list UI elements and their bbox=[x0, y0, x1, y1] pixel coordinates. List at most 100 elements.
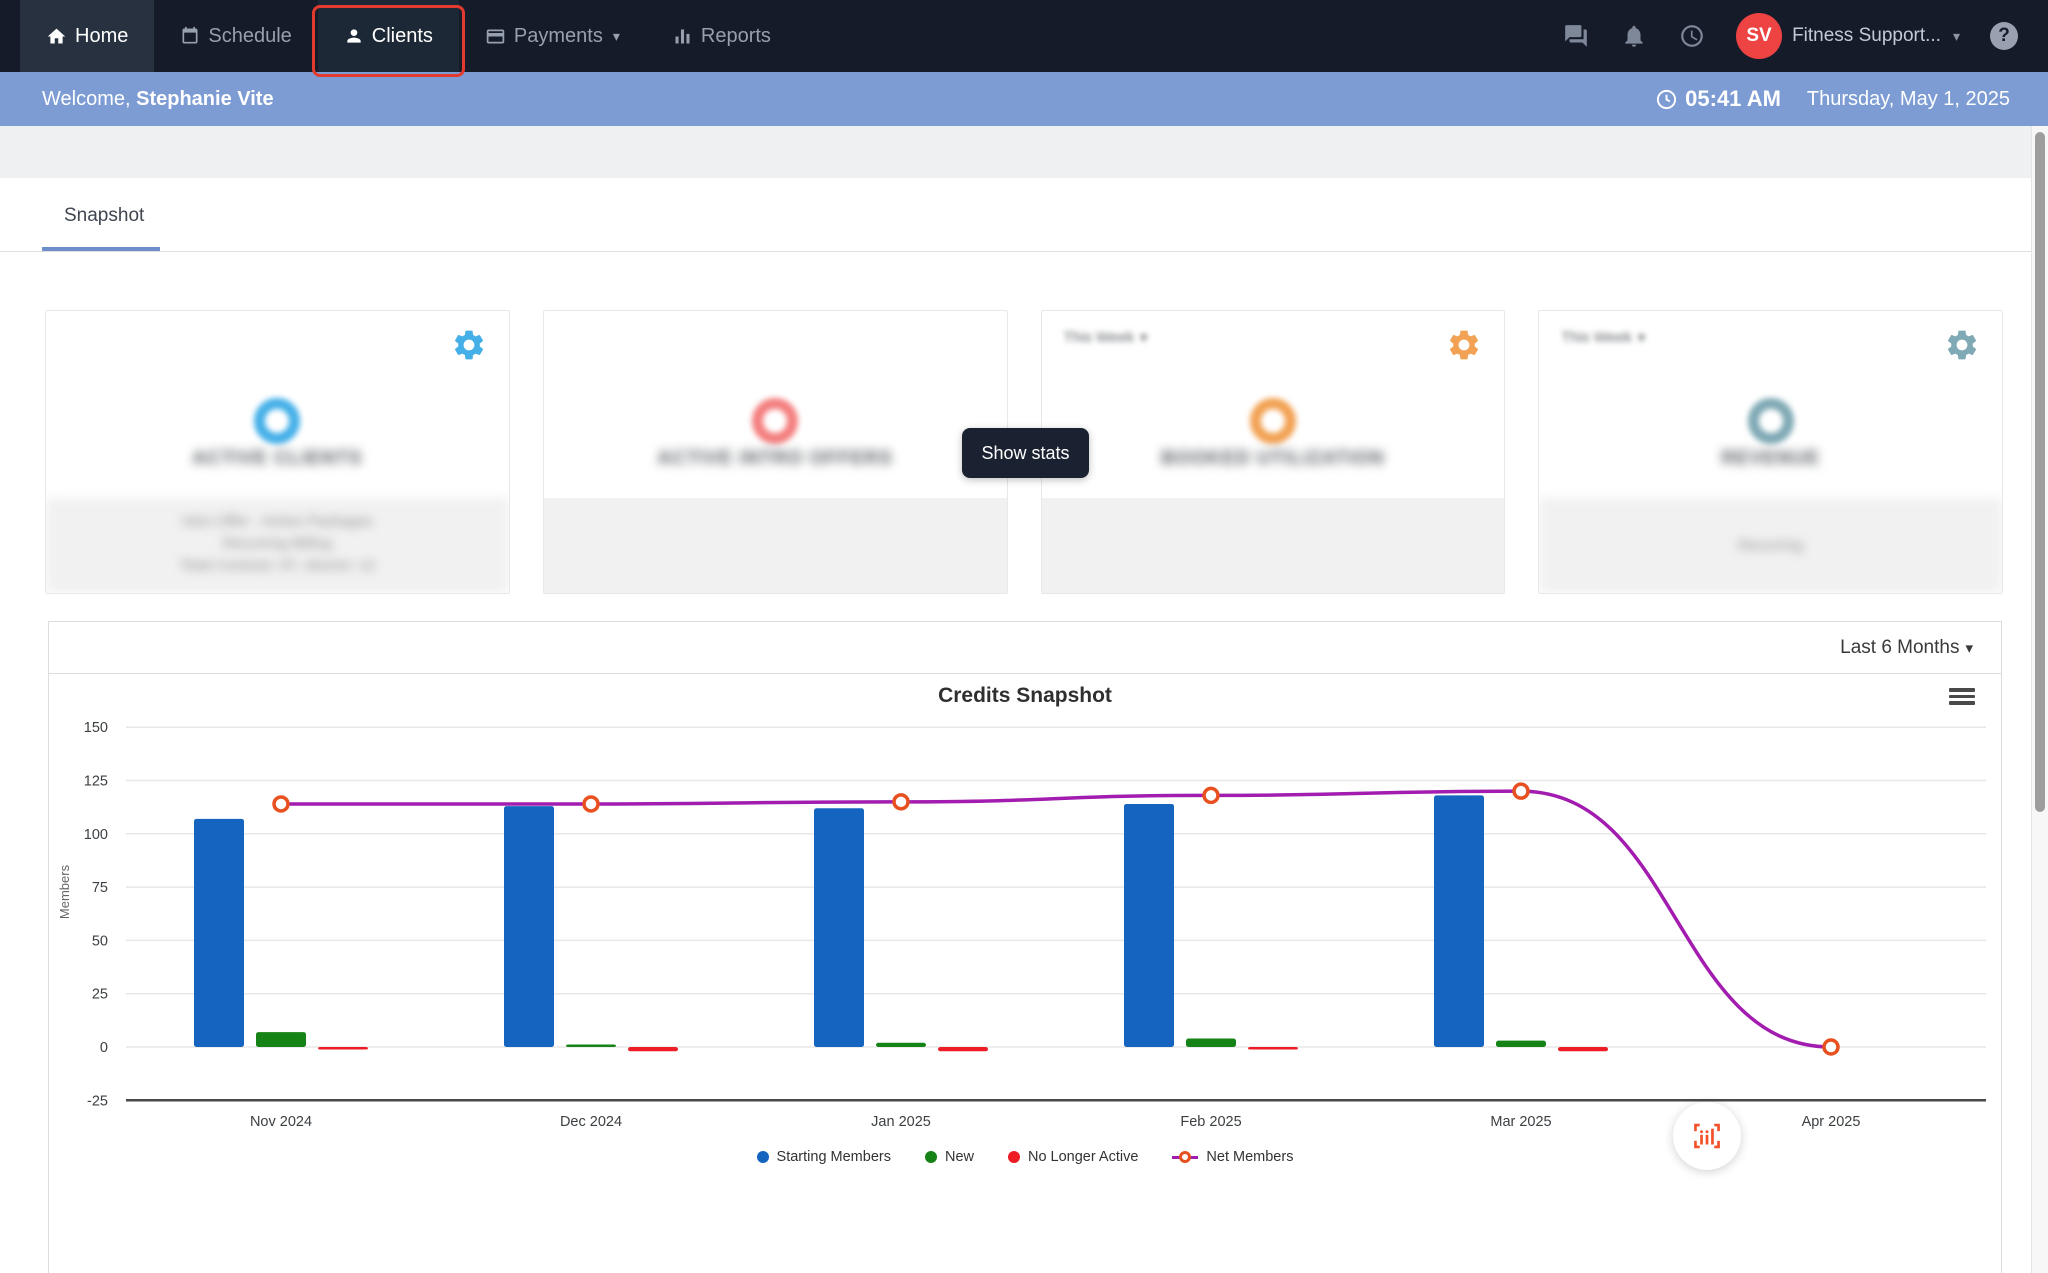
welcome-message: Welcome, Stephanie Vite bbox=[42, 88, 274, 111]
svg-text:150: 150 bbox=[84, 720, 108, 736]
nav-item-schedule[interactable]: Schedule bbox=[154, 0, 317, 72]
legend-item-starting-members[interactable]: Starting Members bbox=[756, 1149, 891, 1165]
card-title: ACTIVE INTRO OFFERS bbox=[657, 448, 893, 469]
chart-header: Last 6 Months ▾ bbox=[49, 622, 2001, 674]
card-title: REVENUE bbox=[1721, 448, 1821, 469]
nav-item-clients[interactable]: Clients bbox=[311, 0, 465, 77]
card-footer: Recurring bbox=[1539, 498, 2002, 593]
top-navbar: Home Schedule Clients Payments ▾ Reports bbox=[0, 0, 2048, 77]
help-button[interactable]: ? bbox=[1990, 22, 2018, 50]
avatar: SV bbox=[1736, 13, 1783, 59]
messages-button[interactable] bbox=[1562, 22, 1590, 50]
app-window: Home Schedule Clients Payments ▾ Reports bbox=[0, 0, 2048, 1273]
tab-snapshot[interactable]: Snapshot bbox=[64, 205, 144, 227]
scrollbar-track bbox=[2031, 126, 2048, 1273]
footer-line: Intro Offer - Active Packages bbox=[182, 513, 373, 530]
nav-menu: Home Schedule Clients Payments ▾ Reports bbox=[0, 0, 797, 77]
period-label: This Week bbox=[1063, 329, 1135, 346]
welcome-user-name: Stephanie Vite bbox=[136, 87, 274, 110]
tab-active-indicator bbox=[42, 247, 160, 251]
nav-item-home[interactable]: Home bbox=[20, 0, 155, 72]
donut-indicator bbox=[1249, 398, 1296, 444]
svg-text:Apr 2025: Apr 2025 bbox=[1802, 1114, 1861, 1130]
card-title: BOOKED UTILIZATION bbox=[1161, 448, 1385, 469]
donut-indicator bbox=[752, 398, 799, 444]
card-footer: Intro Offer - Active Packages Recurring … bbox=[46, 498, 509, 593]
svg-text:0: 0 bbox=[100, 1040, 108, 1056]
legend-label: New bbox=[944, 1149, 974, 1165]
welcome-datetime: 05:41 AM Thursday, May 1, 2025 bbox=[1655, 86, 2010, 112]
svg-text:Dec 2024: Dec 2024 bbox=[560, 1114, 622, 1130]
credit-card-icon bbox=[486, 29, 505, 43]
svg-text:Mar 2025: Mar 2025 bbox=[1490, 1114, 1551, 1130]
bar-chart-icon bbox=[675, 29, 690, 43]
card-revenue: This Week ▾ REVENUE Recurring bbox=[1538, 310, 2003, 594]
nav-item-reports[interactable]: Reports bbox=[646, 0, 797, 72]
account-menu[interactable]: SV Fitness Support... ▾ bbox=[1736, 13, 1960, 59]
nav-item-label: Home bbox=[75, 24, 129, 47]
welcome-bar: Welcome, Stephanie Vite 05:41 AM Thursda… bbox=[0, 72, 2048, 126]
welcome-prefix: Welcome, bbox=[42, 87, 137, 110]
nav-item-label: Reports bbox=[700, 24, 771, 47]
clock-icon bbox=[1657, 89, 1677, 109]
legend-label: Starting Members bbox=[776, 1149, 891, 1165]
svg-text:Nov 2024: Nov 2024 bbox=[250, 1114, 312, 1130]
current-time: 05:41 AM bbox=[1655, 86, 1781, 112]
svg-text:Feb 2025: Feb 2025 bbox=[1180, 1114, 1241, 1130]
footer-line: Total Contract: 97, Alumni: 12 bbox=[179, 557, 376, 574]
history-button[interactable] bbox=[1678, 22, 1706, 50]
legend-dot bbox=[756, 1151, 769, 1163]
svg-text:125: 125 bbox=[84, 774, 108, 790]
chevron-down-icon: ▾ bbox=[1140, 329, 1148, 345]
clock-icon bbox=[1681, 25, 1703, 47]
svg-text:75: 75 bbox=[92, 880, 108, 896]
card-active-clients: ACTIVE CLIENTS Intro Offer - Active Pack… bbox=[45, 310, 510, 594]
tabs-row: Snapshot bbox=[0, 178, 2048, 252]
nav-item-label: Payments bbox=[513, 24, 603, 47]
chat-widget-button[interactable] bbox=[1673, 1102, 1741, 1170]
account-name: Fitness Support... bbox=[1792, 25, 1941, 46]
footer-line: Recurring bbox=[1738, 537, 1804, 554]
calendar-icon bbox=[182, 26, 198, 44]
card-active-intro-offers: ACTIVE INTRO OFFERS bbox=[542, 310, 1008, 594]
legend-item-net-members[interactable]: Net Members bbox=[1172, 1149, 1293, 1165]
current-date: Thursday, May 1, 2025 bbox=[1806, 87, 2010, 110]
donut-indicator bbox=[1747, 398, 1794, 444]
range-selector[interactable]: Last 6 Months ▾ bbox=[1840, 637, 1973, 659]
footer-line: Recurring Billing bbox=[222, 535, 332, 552]
card-footer bbox=[1041, 498, 1505, 593]
legend-line-marker bbox=[1172, 1151, 1199, 1163]
legend-dot bbox=[1007, 1151, 1020, 1163]
chat-icon bbox=[1565, 25, 1587, 47]
gear-icon[interactable] bbox=[1944, 327, 1980, 363]
page-background-gap bbox=[0, 126, 2048, 178]
donut-indicator bbox=[254, 398, 301, 444]
gear-icon[interactable] bbox=[451, 327, 487, 363]
range-label: Last 6 Months bbox=[1840, 636, 1960, 658]
legend-item-new[interactable]: New bbox=[924, 1149, 974, 1165]
legend-dot bbox=[924, 1151, 937, 1163]
svg-text:Jan 2025: Jan 2025 bbox=[871, 1114, 931, 1130]
legend-label: Net Members bbox=[1206, 1149, 1294, 1165]
card-title: ACTIVE CLIENTS bbox=[192, 448, 363, 469]
nav-item-label: Clients bbox=[371, 24, 433, 47]
chevron-down-icon: ▾ bbox=[1638, 329, 1646, 345]
credits-chart: 150 125 100 75 50 25 0 -25 Members Nov 2024 Dec 20… bbox=[57, 720, 1986, 1130]
card-footer bbox=[543, 498, 1007, 593]
show-stats-button[interactable]: Show stats bbox=[962, 428, 1089, 478]
time-text: 05:41 AM bbox=[1685, 86, 1781, 111]
nav-item-payments[interactable]: Payments ▾ bbox=[459, 0, 646, 72]
period-label: This Week bbox=[1561, 329, 1632, 346]
legend-item-no-longer-active[interactable]: No Longer Active bbox=[1007, 1149, 1138, 1165]
bell-icon bbox=[1625, 25, 1643, 47]
person-icon bbox=[347, 29, 361, 43]
gear-icon[interactable] bbox=[1446, 327, 1482, 363]
chevron-down-icon: ▾ bbox=[612, 27, 620, 44]
nav-utilities: SV Fitness Support... ▾ ? bbox=[1562, 0, 2048, 72]
avatar-initials: SV bbox=[1746, 25, 1772, 46]
card-booked-utilization: This Week ▾ BOOKED UTILIZATION bbox=[1040, 310, 1506, 594]
scrollbar-thumb[interactable] bbox=[2035, 132, 2045, 812]
notifications-button[interactable] bbox=[1620, 22, 1648, 50]
period-selector[interactable]: This Week ▾ bbox=[1561, 329, 1645, 346]
period-selector[interactable]: This Week ▾ bbox=[1064, 329, 1148, 346]
